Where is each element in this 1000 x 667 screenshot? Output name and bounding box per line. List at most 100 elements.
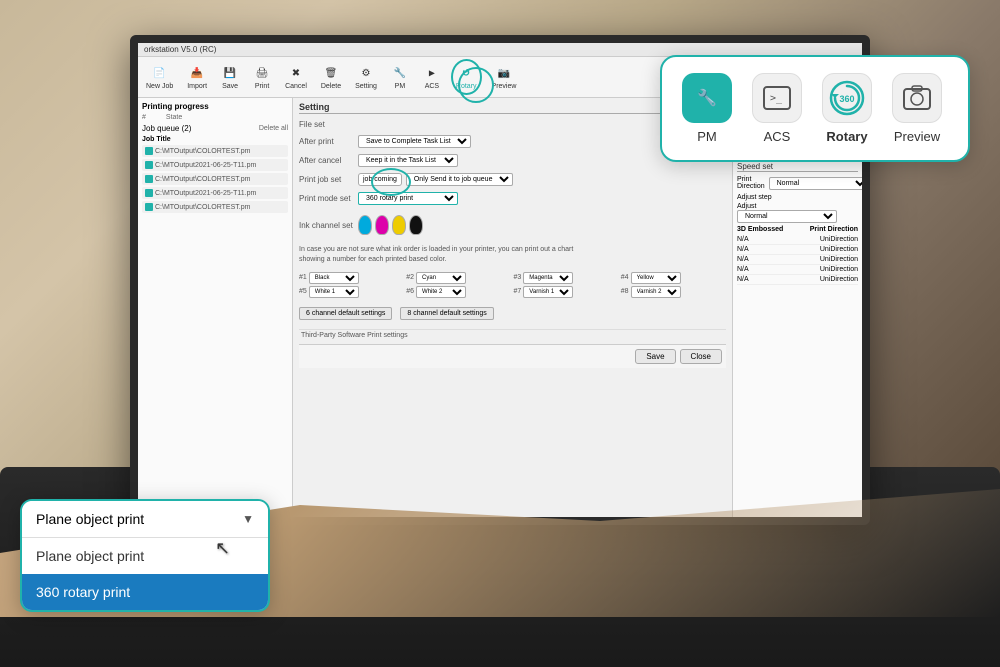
channel-select-5[interactable]: White 1 — [309, 286, 359, 298]
channel-select-8[interactable]: Varnish 2 — [631, 286, 681, 298]
col-state: State — [166, 114, 182, 121]
toolbar-import[interactable]: 📥 Import — [183, 62, 211, 92]
emboss-row-1: N/A UniDirection — [737, 235, 858, 245]
channel-label-2: #2 — [406, 274, 414, 281]
float-card-rotary[interactable]: 360 Rotary — [822, 73, 872, 144]
ink-channel-label: Ink channel set — [299, 221, 354, 230]
float-pm-label: PM — [697, 129, 717, 144]
dropdown-header-value: Plane object print — [36, 511, 144, 527]
black-swatch — [409, 215, 423, 235]
channel-label-6: #6 — [406, 288, 414, 295]
rotary-icon: ↺ — [457, 64, 475, 82]
dropdown-header[interactable]: Plane object print ▼ — [22, 501, 268, 538]
print-direction-label: Print Direction — [737, 176, 765, 190]
print-job-queue-select[interactable]: Only Send it to job queue — [406, 173, 513, 186]
toolbar-new-job[interactable]: 📄 New Job — [142, 62, 177, 92]
pm-float-icon: 🔧 — [682, 73, 732, 123]
delete-icon: 🗑 — [322, 64, 340, 82]
channel-label-3: #3 — [514, 274, 522, 281]
float-card-toolbar: 🔧 PM >_ ACS 360 Rotary — [660, 55, 970, 162]
toolbar-new-job-label: New Job — [146, 83, 173, 90]
channel-label-1: #1 — [299, 274, 307, 281]
channel-select-1[interactable]: Black — [309, 272, 359, 284]
svg-text:>_: >_ — [770, 93, 783, 104]
eight-channel-default-button[interactable]: 8 channel default settings — [400, 307, 493, 320]
after-cancel-select[interactable]: Keep it in the Task List — [358, 154, 458, 167]
toolbar-setting[interactable]: ⚙ Setting — [351, 62, 381, 92]
file-set-label: File set — [299, 120, 354, 129]
dropdown-option-plane[interactable]: Plane object print — [22, 538, 268, 574]
rotary-360-icon: 360 — [829, 80, 865, 116]
print-mode-row: Print mode set 360 rotary print — [299, 192, 726, 205]
print-mode-label: Print mode set — [299, 194, 354, 203]
channel-select-7[interactable]: Varnish 1 — [523, 286, 573, 298]
adjust-step-label: Adjust step — [737, 194, 772, 201]
speed-section-title: Speed set — [737, 162, 858, 172]
after-cancel-row: After cancel Keep it in the Task List — [299, 154, 726, 167]
toolbar-save[interactable]: 💾 Save — [217, 62, 243, 92]
close-button[interactable]: Close — [680, 349, 722, 364]
channel-row-6: #6 White 2 — [406, 286, 511, 298]
camera-icon — [902, 83, 932, 113]
adjust-select[interactable]: Normal — [737, 210, 837, 223]
save-button[interactable]: Save — [635, 349, 675, 364]
channel-select-6[interactable]: White 2 — [416, 286, 466, 298]
six-channel-default-button[interactable]: 6 channel default settings — [299, 307, 392, 320]
list-item[interactable]: C:\MTOutput\COLORTEST.pm — [142, 173, 288, 185]
float-acs-label: ACS — [764, 129, 791, 144]
print-direction-select[interactable]: Normal — [769, 177, 862, 190]
dropdown-option-rotary[interactable]: 360 rotary print — [22, 574, 268, 610]
toolbar-delete[interactable]: 🗑 Delete — [317, 62, 345, 92]
yellow-swatch — [392, 215, 406, 235]
job-icon — [145, 147, 153, 155]
ink-channel-row: Ink channel set — [299, 211, 726, 239]
channel-row-5: #5 White 1 — [299, 286, 404, 298]
list-item[interactable]: C:\MTOutput2021-06-25-T11.pm — [142, 187, 288, 199]
setting-icon: ⚙ — [357, 64, 375, 82]
channel-row-3: #3 Magenta — [514, 272, 619, 284]
emboss-row-2: N/A UniDirection — [737, 245, 858, 255]
app-title: orkstation V5.0 (RC) — [144, 45, 216, 54]
third-party-label[interactable]: Third-Party Software Print settings — [299, 329, 726, 341]
col-hash: # — [142, 114, 146, 121]
channel-select-4[interactable]: Yellow — [631, 272, 681, 284]
toolbar-preview-label: Preview — [492, 83, 517, 90]
float-card-acs[interactable]: >_ ACS — [752, 73, 802, 144]
emboss-col-header: 3D Embossed — [737, 226, 783, 233]
after-cancel-label: After cancel — [299, 156, 354, 165]
toolbar-import-label: Import — [187, 83, 207, 90]
float-card-preview[interactable]: Preview — [892, 73, 942, 144]
after-print-label: After print — [299, 137, 354, 146]
list-item[interactable]: C:\MTOutput2021-06-25-T11.pm — [142, 159, 288, 171]
float-card-pm[interactable]: 🔧 PM — [682, 73, 732, 144]
toolbar-setting-label: Setting — [355, 83, 377, 90]
svg-text:360: 360 — [839, 94, 854, 104]
after-print-select[interactable]: Save to Complete Task List — [358, 135, 471, 148]
toolbar-save-label: Save — [222, 83, 238, 90]
float-dropdown-card: Plane object print ▼ Plane object print … — [20, 499, 270, 612]
job-title-label: Job Title — [142, 136, 288, 143]
channel-row-7: #7 Varnish 1 — [514, 286, 619, 298]
list-item[interactable]: C:\MTOutput\COLORTEST.pm — [142, 145, 288, 157]
import-icon: 📥 — [188, 64, 206, 82]
print-mode-select[interactable]: 360 rotary print — [358, 192, 458, 205]
preview-float-icon — [892, 73, 942, 123]
toolbar-cancel[interactable]: ✖ Cancel — [281, 62, 311, 92]
channel-select-3[interactable]: Magenta — [523, 272, 573, 284]
left-panel: Printing progress # State Job queue (2) … — [138, 98, 293, 517]
mouse-cursor: ↖ — [215, 538, 230, 559]
job-queue-header: Job queue (2) Delete all — [142, 124, 288, 133]
toolbar-rotary[interactable]: ↺ Rotary — [451, 59, 482, 95]
list-item[interactable]: C:\MTOutput\COLORTEST.pm — [142, 201, 288, 213]
toolbar-print[interactable]: 🖨 Print — [249, 62, 275, 92]
direction-value-2: UniDirection — [820, 246, 858, 253]
toolbar-preview[interactable]: 📷 Preview — [488, 62, 521, 92]
adjust-step-section: Adjust step Adjust Normal — [737, 194, 858, 223]
print-job-row: Print job set job coming Only Send it to… — [299, 173, 726, 186]
delete-all-button[interactable]: Delete all — [259, 125, 288, 132]
toolbar-acs[interactable]: ▶ ACS — [419, 62, 445, 92]
preview-icon: 📷 — [495, 64, 513, 82]
emboss-table: 3D Embossed Print Direction N/A UniDirec… — [737, 226, 858, 285]
toolbar-pm[interactable]: 🔧 PM — [387, 62, 413, 92]
channel-select-2[interactable]: Cyan — [416, 272, 466, 284]
